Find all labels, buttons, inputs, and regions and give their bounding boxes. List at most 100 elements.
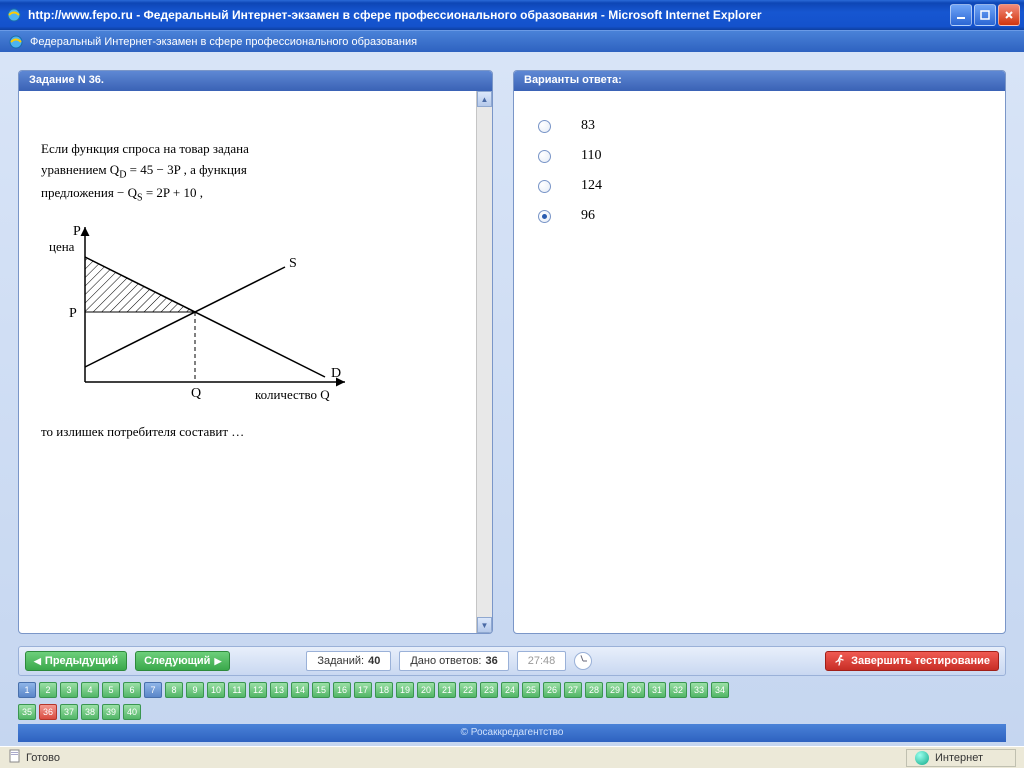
- prev-button[interactable]: ◀ Предыдущий: [25, 651, 127, 671]
- question-number-30[interactable]: 30: [627, 682, 645, 698]
- question-number-25[interactable]: 25: [522, 682, 540, 698]
- next-button[interactable]: Следующий ▶: [135, 651, 230, 671]
- question-number-20[interactable]: 20: [417, 682, 435, 698]
- answers-panel-header: Варианты ответа:: [514, 71, 1005, 91]
- answer-option[interactable]: 96: [538, 201, 981, 231]
- status-zone: Интернет: [906, 749, 1016, 767]
- close-button[interactable]: [998, 4, 1020, 26]
- question-number-2[interactable]: 2: [39, 682, 57, 698]
- question-number-33[interactable]: 33: [690, 682, 708, 698]
- ie-icon: [6, 7, 22, 23]
- question-number-14[interactable]: 14: [291, 682, 309, 698]
- answer-option[interactable]: 124: [538, 171, 981, 201]
- question-number-9[interactable]: 9: [186, 682, 204, 698]
- svg-text:D: D: [331, 366, 341, 381]
- question-number-11[interactable]: 11: [228, 682, 246, 698]
- question-line: Если функция спроса на товар задана: [41, 139, 472, 160]
- app-body: Задание N 36. ▲ ▼ Если функция спроса на…: [0, 52, 1024, 746]
- radio-icon[interactable]: [538, 150, 551, 163]
- answer-label: 96: [581, 208, 595, 224]
- page-subheader: Федеральный Интернет-экзамен в сфере про…: [0, 30, 1024, 52]
- browser-window: http://www.fepo.ru - Федеральный Интерне…: [0, 0, 1024, 768]
- question-number-34[interactable]: 34: [711, 682, 729, 698]
- question-conclusion: то излишек потребителя составит …: [41, 422, 472, 443]
- question-number-40[interactable]: 40: [123, 704, 141, 720]
- question-line: предложения − QS = 2P + 10 ,: [41, 183, 472, 207]
- supply-demand-diagram: P цена P S D Q количество Q: [35, 217, 472, 414]
- question-number-5[interactable]: 5: [102, 682, 120, 698]
- copyright-bar: © Росаккредагентство: [18, 724, 1006, 742]
- maximize-button[interactable]: [974, 4, 996, 26]
- panels-row: Задание N 36. ▲ ▼ Если функция спроса на…: [18, 70, 1006, 634]
- answer-label: 110: [581, 148, 601, 164]
- question-number-21[interactable]: 21: [438, 682, 456, 698]
- minimize-button[interactable]: [950, 4, 972, 26]
- question-number-1[interactable]: 1: [18, 682, 36, 698]
- question-grid: 1234567891011121314151617181920212223242…: [18, 682, 1006, 720]
- question-number-13[interactable]: 13: [270, 682, 288, 698]
- question-number-35[interactable]: 35: [18, 704, 36, 720]
- total-tasks-box: Заданий:40: [306, 651, 391, 671]
- label-p: P: [73, 224, 81, 239]
- question-number-12[interactable]: 12: [249, 682, 267, 698]
- question-number-38[interactable]: 38: [81, 704, 99, 720]
- question-number-8[interactable]: 8: [165, 682, 183, 698]
- question-number-19[interactable]: 19: [396, 682, 414, 698]
- clock-icon: [574, 652, 592, 670]
- question-number-10[interactable]: 10: [207, 682, 225, 698]
- question-number-4[interactable]: 4: [81, 682, 99, 698]
- status-ready: Готово: [26, 752, 60, 764]
- question-number-28[interactable]: 28: [585, 682, 603, 698]
- question-number-37[interactable]: 37: [60, 704, 78, 720]
- svg-text:P: P: [69, 306, 77, 321]
- svg-text:количество Q: количество Q: [255, 387, 330, 402]
- answer-label: 83: [581, 118, 595, 134]
- answered-tasks-box: Дано ответов:36: [399, 651, 508, 671]
- svg-text:цена: цена: [49, 239, 75, 254]
- answer-label: 124: [581, 178, 602, 194]
- question-number-29[interactable]: 29: [606, 682, 624, 698]
- radio-icon[interactable]: [538, 210, 551, 223]
- question-panel: Задание N 36. ▲ ▼ Если функция спроса на…: [18, 70, 493, 634]
- timer-box: 27:48: [517, 651, 567, 671]
- question-line: уравнением QD = 45 − 3P , а функция: [41, 160, 472, 184]
- question-number-32[interactable]: 32: [669, 682, 687, 698]
- question-text: Если функция спроса на товар задана урав…: [41, 139, 472, 207]
- question-number-6[interactable]: 6: [123, 682, 141, 698]
- answer-option[interactable]: 83: [538, 111, 981, 141]
- question-number-16[interactable]: 16: [333, 682, 351, 698]
- question-number-27[interactable]: 27: [564, 682, 582, 698]
- question-number-15[interactable]: 15: [312, 682, 330, 698]
- radio-icon[interactable]: [538, 180, 551, 193]
- question-number-36[interactable]: 36: [39, 704, 57, 720]
- question-number-23[interactable]: 23: [480, 682, 498, 698]
- triangle-right-icon: ▶: [214, 656, 221, 667]
- ie-statusbar: Готово Интернет: [0, 746, 1024, 768]
- question-number-17[interactable]: 17: [354, 682, 372, 698]
- question-number-26[interactable]: 26: [543, 682, 561, 698]
- question-panel-header: Задание N 36.: [19, 71, 492, 91]
- question-body: Если функция спроса на товар задана урав…: [19, 91, 492, 633]
- question-number-24[interactable]: 24: [501, 682, 519, 698]
- window-title: http://www.fepo.ru - Федеральный Интерне…: [28, 8, 762, 22]
- answer-option[interactable]: 110: [538, 141, 981, 171]
- question-number-18[interactable]: 18: [375, 682, 393, 698]
- answers-list: 83 110 124 96: [514, 91, 1005, 251]
- question-number-31[interactable]: 31: [648, 682, 666, 698]
- question-number-22[interactable]: 22: [459, 682, 477, 698]
- finish-button[interactable]: Завершить тестирование: [825, 651, 999, 671]
- window-titlebar: http://www.fepo.ru - Федеральный Интерне…: [0, 0, 1024, 30]
- nav-toolbar: ◀ Предыдущий Следующий ▶ Заданий:40 Дано…: [18, 646, 1006, 676]
- radio-icon[interactable]: [538, 120, 551, 133]
- runner-icon: [834, 654, 846, 669]
- question-number-39[interactable]: 39: [102, 704, 120, 720]
- ie-icon: [8, 34, 24, 50]
- subheader-title: Федеральный Интернет-экзамен в сфере про…: [30, 36, 417, 48]
- svg-text:S: S: [289, 256, 297, 271]
- question-number-3[interactable]: 3: [60, 682, 78, 698]
- answers-panel: Варианты ответа: 83 110 124 96: [513, 70, 1006, 634]
- triangle-left-icon: ◀: [34, 656, 41, 667]
- svg-text:Q: Q: [191, 386, 201, 401]
- question-number-7[interactable]: 7: [144, 682, 162, 698]
- page-doc-icon: [8, 749, 22, 766]
